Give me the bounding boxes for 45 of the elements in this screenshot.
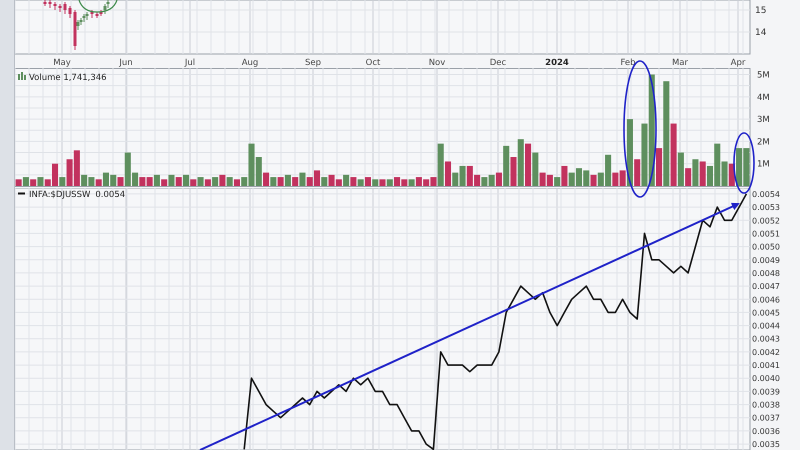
ratio-axis-label: 0.0039 [752, 387, 780, 396]
ratio-axis-label: 0.0044 [752, 322, 780, 331]
ratio-legend-name: INFA:$DJUSSW [29, 190, 90, 200]
ratio-axis-label: 0.0049 [752, 256, 780, 265]
ratio-axis-label: 0.0042 [752, 348, 780, 357]
ratio-axis-label: 0.0053 [752, 203, 780, 212]
ratio-legend-value: 0.0054 [95, 190, 126, 200]
date-axis-label: Dec [490, 58, 506, 68]
ratio-axis-label: 0.0036 [752, 426, 780, 436]
date-axis-label: Sep [304, 58, 322, 68]
ratio-axis-label: 0.0043 [752, 334, 780, 344]
date-axis-label: Aug [242, 58, 258, 68]
price-axis-label: 15 [755, 6, 766, 16]
ratio-axis-label: 0.0040 [752, 374, 780, 384]
price-axis-label: 14 [755, 28, 766, 38]
ratio-axis-label: 0.0045 [752, 308, 780, 318]
date-axis-label: Mar [672, 58, 688, 68]
ratio-axis-label: 0.0046 [752, 295, 780, 304]
volume-axis-label: 5M [757, 70, 770, 81]
date-axis-label: Feb [620, 58, 636, 68]
volume-axis-label: 2M [757, 137, 770, 148]
volume-legend-icon [18, 72, 26, 80]
ratio-axis-label: 0.0052 [752, 216, 780, 226]
ratio-axis-label: 0.0048 [752, 268, 780, 278]
date-axis-label: May [53, 58, 71, 68]
volume-axis-label: 4M [757, 92, 770, 103]
volume-axis-label: 1M [757, 160, 770, 170]
candlestick-drawing [44, 0, 110, 50]
date-axis-label: Jun [119, 58, 133, 68]
volume-legend: Volume 1,741,346 [29, 73, 107, 83]
date-axis-label: 2024 [545, 58, 569, 68]
ratio-axis-label: 0.0054 [752, 190, 780, 199]
ratio-axis-label: 0.0047 [752, 282, 780, 292]
date-axis-label: Nov [428, 58, 446, 68]
ratio-axis-label: 0.0051 [752, 229, 780, 238]
legend-line-icon [18, 192, 25, 194]
ratio-axis-label: 0.0041 [752, 361, 780, 370]
date-axis-label: Oct [366, 58, 380, 68]
ratio-axis-label: 0.0035 [752, 440, 780, 450]
date-axis-label: Apr [730, 58, 746, 68]
ratio-axis-label: 0.0038 [752, 400, 780, 410]
date-axis-label: Jul [184, 58, 196, 68]
ratio-axis-label: 0.0037 [752, 414, 780, 423]
volume-axis-label: 3M [757, 115, 770, 126]
ratio-axis-label: 0.0050 [752, 242, 780, 252]
